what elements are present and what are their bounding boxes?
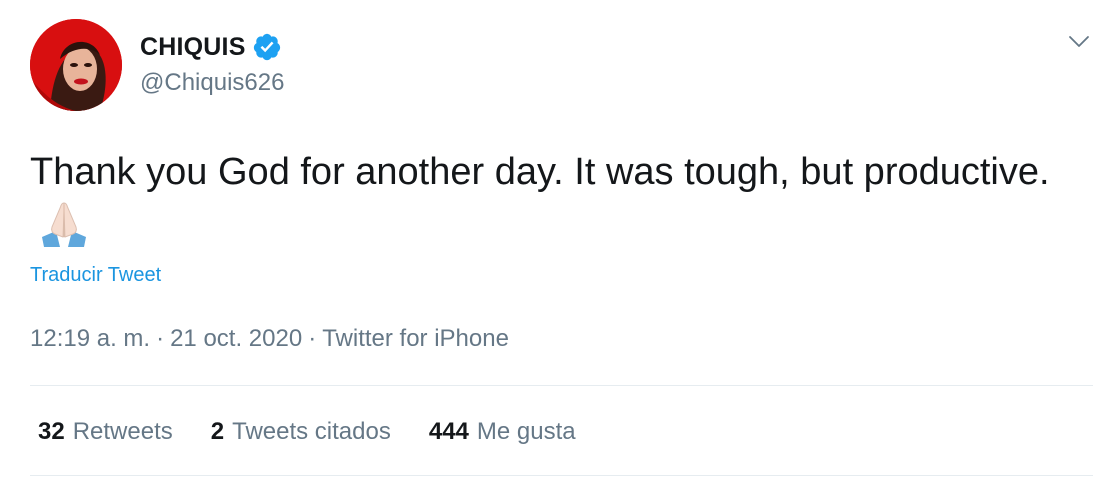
- chevron-down-icon[interactable]: [1067, 30, 1091, 54]
- meta-separator: ·: [156, 325, 165, 352]
- folded-hands-icon: [38, 197, 90, 249]
- translate-tweet-link[interactable]: Traducir Tweet: [30, 264, 161, 287]
- retweets-label: Retweets: [72, 418, 173, 445]
- retweets-stat[interactable]: 32 Retweets: [38, 418, 173, 446]
- tweet-stats: 32 Retweets 2 Tweets citados 444 Me gusta: [38, 418, 614, 446]
- verified-badge-icon: [252, 32, 282, 62]
- quote-tweets-count: 2: [210, 418, 225, 445]
- likes-count: 444: [428, 418, 469, 445]
- tweet-text: Thank you God for another day. It was to…: [30, 147, 1050, 252]
- tweet-date[interactable]: 21 oct. 2020: [170, 325, 302, 352]
- user-handle[interactable]: @Chiquis626: [140, 69, 284, 97]
- author-name-row[interactable]: CHIQUIS: [140, 30, 282, 64]
- tweet-source[interactable]: Twitter for iPhone: [322, 325, 509, 352]
- retweets-count: 32: [38, 418, 65, 445]
- divider: [30, 475, 1093, 476]
- likes-label: Me gusta: [476, 418, 576, 445]
- divider: [30, 385, 1093, 386]
- tweet-meta: 12:19 a. m. · 21 oct. 2020 · Twitter for iPh…: [30, 325, 509, 353]
- tweet-card: CHIQUIS @Chiquis626 Thank you God for an…: [0, 0, 1119, 483]
- display-name[interactable]: CHIQUIS: [140, 33, 246, 62]
- tweet-text-body: Thank you God for another day. It was to…: [30, 151, 1050, 193]
- tweet-time[interactable]: 12:19 a. m.: [30, 325, 150, 352]
- avatar-image: [30, 19, 122, 111]
- quote-tweets-stat[interactable]: 2 Tweets citados: [211, 418, 391, 446]
- meta-separator: ·: [308, 325, 317, 352]
- quote-tweets-label: Tweets citados: [232, 418, 391, 445]
- avatar[interactable]: [30, 19, 122, 111]
- likes-stat[interactable]: 444 Me gusta: [429, 418, 576, 446]
